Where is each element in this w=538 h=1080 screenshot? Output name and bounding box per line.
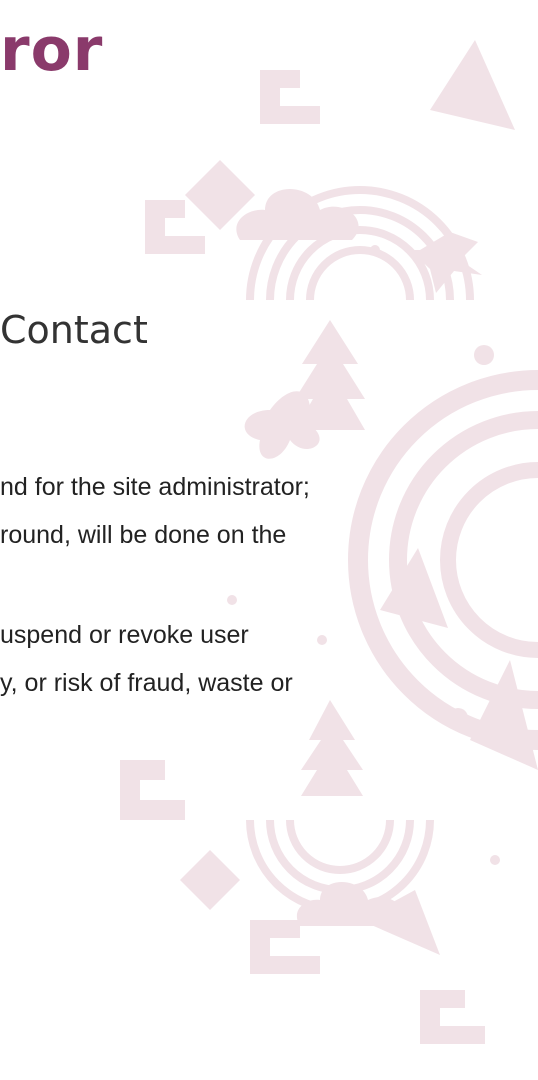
page-content: ror Contact nd for the site administrato… (0, 0, 538, 1080)
contact-heading: Contact (0, 308, 148, 352)
page: ror Contact nd for the site administrato… (0, 0, 538, 1080)
body-line-1: nd for the site administrator; (0, 473, 310, 501)
body-line-2: round, will be done on the (0, 521, 287, 549)
body-line-4: y, or risk of fraud, waste or (0, 669, 293, 697)
body-line-3: uspend or revoke user (0, 621, 249, 649)
page-title-fragment: ror (0, 15, 104, 85)
